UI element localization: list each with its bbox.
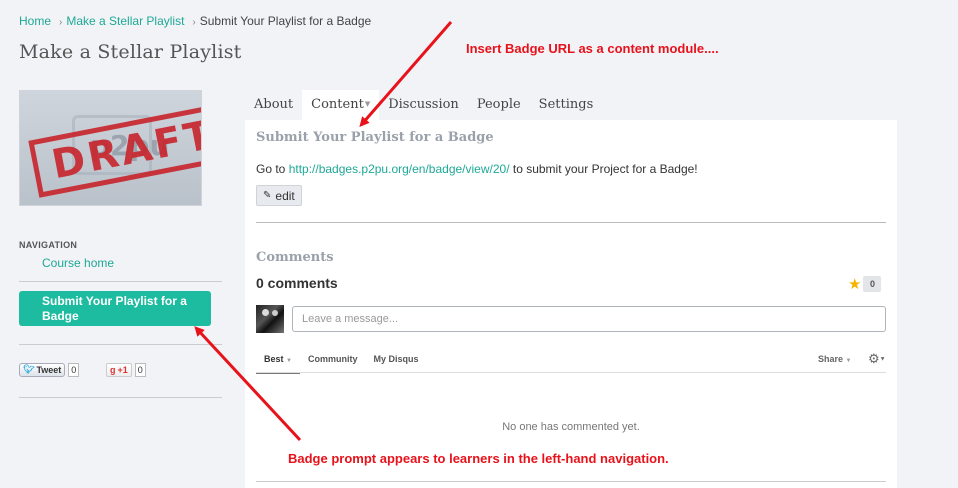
empty-comments-message: No one has commented yet.	[502, 421, 640, 433]
gplus-count: 0	[134, 362, 146, 377]
tab-community[interactable]: Community	[300, 350, 366, 374]
breadcrumb-course[interactable]: Make a Stellar Playlist	[66, 14, 184, 28]
course-tabs: About Content▼ Discussion People Setting…	[245, 90, 602, 120]
edit-button[interactable]: ✎ edit	[256, 185, 302, 206]
comment-sort-tabs: Best ▼ Community My Disqus	[256, 350, 427, 374]
navigation-label: NAVIGATION	[19, 240, 78, 250]
breadcrumb: Home › Make a Stellar Playlist › Submit Your…	[19, 14, 375, 28]
edit-icon: ✎	[263, 190, 272, 201]
annotation-top: Insert Badge URL as a content module....	[466, 41, 719, 56]
sidebar-item-submit-badge[interactable]: Submit Your Playlist for a Badge	[19, 291, 211, 326]
tweet-button[interactable]: 🐦︎ Tweet	[19, 362, 66, 377]
sidebar-divider	[19, 344, 222, 345]
gplus-label: +1	[117, 364, 128, 375]
gplus-widget: g +1 0	[106, 362, 146, 377]
page-title: Make a Stellar Playlist	[19, 41, 242, 63]
breadcrumb-separator: ›	[59, 17, 63, 28]
tab-content[interactable]: Content▼	[302, 90, 380, 120]
content-title: Submit Your Playlist for a Badge	[256, 130, 494, 145]
tab-best[interactable]: Best ▼	[256, 350, 300, 374]
content-text-before: Go to	[256, 162, 289, 176]
chevron-down-icon: ▼	[286, 358, 292, 364]
tab-about[interactable]: About	[245, 90, 302, 120]
annotation-bottom: Badge prompt appears to learners in the …	[288, 451, 669, 466]
star-count: 0	[863, 276, 882, 292]
tab-best-label: Best	[264, 354, 284, 364]
chevron-down-icon: ▼	[879, 356, 886, 363]
breadcrumb-current: Submit Your Playlist for a Badge	[199, 14, 372, 28]
tweet-count: 0	[68, 362, 80, 377]
gplus-icon: g	[110, 364, 116, 375]
tab-discussion[interactable]: Discussion	[379, 90, 468, 120]
edit-label: edit	[275, 188, 295, 203]
tab-my-disqus[interactable]: My Disqus	[365, 350, 426, 374]
tab-people[interactable]: People	[468, 90, 530, 120]
star-icon: ★	[848, 276, 862, 293]
tab-content-label: Content	[311, 97, 364, 112]
tweet-widget: 🐦︎ Tweet 0	[19, 362, 80, 377]
comments-title: Comments	[256, 250, 334, 265]
breadcrumb-separator: ›	[192, 17, 196, 28]
content-divider	[256, 222, 886, 223]
content-panel: Submit Your Playlist for a Badge Go to h…	[245, 120, 897, 488]
chevron-down-icon: ▼	[845, 358, 852, 364]
chevron-down-icon: ▼	[364, 100, 371, 108]
recommend-widget[interactable]: ★ 0	[848, 275, 882, 293]
content-body: Go to http://badges.p2pu.org/en/badge/vi…	[256, 162, 698, 176]
gplus-button[interactable]: g +1	[106, 362, 132, 377]
avatar	[256, 305, 284, 333]
share-menu[interactable]: Share ▼	[818, 354, 851, 364]
breadcrumb-home[interactable]: Home	[19, 14, 51, 28]
sidebar-divider	[19, 397, 222, 398]
comment-input[interactable]	[292, 306, 886, 332]
twitter-bird-icon: 🐦︎	[23, 364, 35, 374]
share-label: Share	[818, 354, 844, 364]
sidebar-item-course-home[interactable]: Course home	[42, 256, 114, 270]
tab-settings[interactable]: Settings	[530, 90, 603, 120]
badge-url-link[interactable]: http://badges.p2pu.org/en/badge/view/20/	[289, 162, 510, 176]
sidebar-divider	[19, 281, 222, 282]
tweet-label: Tweet	[36, 364, 62, 375]
comments-bottom-divider	[256, 481, 886, 482]
gear-icon[interactable]: ⚙▼	[868, 351, 886, 367]
course-thumbnail: p2pu DRAFT	[19, 90, 202, 206]
content-text-after: to submit your Project for a Badge!	[509, 162, 698, 176]
sort-tabs-divider	[256, 372, 886, 373]
comments-count: 0 comments	[256, 275, 338, 291]
